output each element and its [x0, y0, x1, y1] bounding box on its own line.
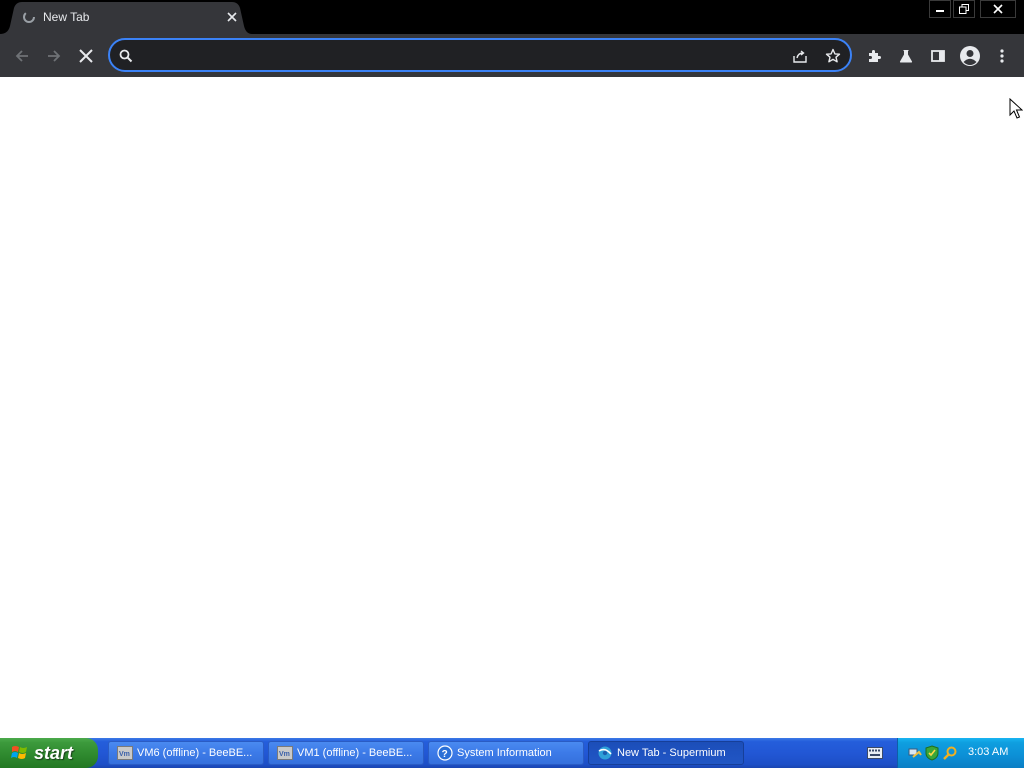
side-panel-button[interactable]	[925, 43, 951, 69]
taskbar-item-system-information[interactable]: ? System Information	[428, 741, 584, 765]
search-icon	[116, 46, 136, 66]
back-button[interactable]	[9, 43, 35, 69]
taskbar-item-vm6[interactable]: Vm VM6 (offline) - BeeBE...	[108, 741, 264, 765]
close-window-button[interactable]	[980, 0, 1016, 18]
vm-icon: Vm	[117, 745, 133, 761]
keyboard-layout-icon[interactable]	[867, 747, 883, 759]
svg-text:Vm: Vm	[279, 751, 290, 758]
share-icon[interactable]	[790, 46, 810, 66]
tab-background	[0, 2, 252, 34]
taskbar-item-supermium[interactable]: New Tab - Supermium	[588, 741, 744, 765]
loading-favicon-icon	[22, 10, 36, 24]
mouse-cursor-icon	[1009, 98, 1023, 119]
profile-button[interactable]	[957, 43, 983, 69]
minimize-button[interactable]	[929, 0, 951, 18]
browser-icon	[597, 745, 613, 761]
tab-close-icon[interactable]	[224, 9, 240, 25]
stop-loading-button[interactable]	[73, 43, 99, 69]
taskbar-item-label: System Information	[457, 747, 552, 759]
clock[interactable]: 3:03 AM	[968, 746, 1008, 758]
address-bar[interactable]	[108, 38, 852, 72]
extensions-button[interactable]	[861, 43, 887, 69]
menu-button[interactable]	[989, 43, 1015, 69]
start-label: start	[34, 742, 74, 763]
page-content	[0, 77, 1024, 738]
start-button[interactable]: start	[0, 738, 98, 768]
search-icon[interactable]	[942, 745, 958, 761]
windows-logo-icon	[11, 746, 27, 759]
tab-title: New Tab	[43, 10, 90, 24]
taskbar-item-vm1[interactable]: Vm VM1 (offline) - BeeBE...	[268, 741, 424, 765]
back-arrow-icon	[15, 50, 28, 62]
help-icon: ?	[437, 745, 453, 761]
taskbar-item-label: New Tab - Supermium	[617, 747, 726, 759]
taskbar-item-label: VM1 (offline) - BeeBE...	[297, 747, 413, 759]
puzzle-icon	[869, 50, 881, 62]
stop-icon	[79, 49, 93, 63]
network-icon[interactable]	[907, 745, 923, 761]
forward-arrow-icon	[48, 50, 61, 62]
kebab-menu-icon	[1000, 49, 1004, 63]
side-panel-icon	[931, 50, 945, 62]
forward-button[interactable]	[41, 43, 67, 69]
vm-icon: Vm	[277, 745, 293, 761]
bookmark-star-icon[interactable]	[823, 46, 843, 66]
restore-button[interactable]	[953, 0, 975, 18]
avatar-icon	[960, 46, 980, 66]
taskbar-item-label: VM6 (offline) - BeeBE...	[137, 747, 253, 759]
flask-icon	[899, 50, 913, 63]
svg-text:?: ?	[442, 749, 448, 760]
security-shield-icon[interactable]	[924, 745, 940, 761]
system-tray: 3:03 AM	[897, 738, 1024, 768]
address-input[interactable]	[144, 46, 768, 68]
svg-text:Vm: Vm	[119, 751, 130, 758]
labs-button[interactable]	[893, 43, 919, 69]
tab-new-tab[interactable]: New Tab	[0, 0, 252, 34]
tab-strip: New Tab	[0, 0, 1024, 34]
